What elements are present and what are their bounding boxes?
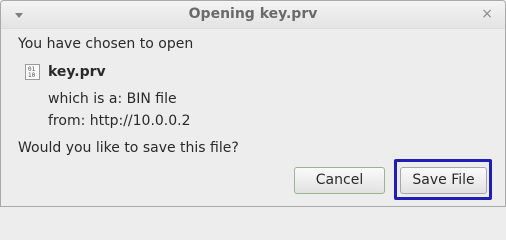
save-file-dialog: Opening key.prv × You have chosen to ope… [0,0,506,207]
window-title: Opening key.prv [188,6,318,22]
save-file-button[interactable]: Save File [400,167,487,194]
file-name: key.prv [48,64,106,80]
file-source: from: http://10.0.0.2 [48,113,191,129]
intro-text: You have chosen to open [18,36,194,52]
binary-file-icon: 01 10 [25,64,40,80]
file-icon-line-2: 10 [28,72,36,79]
cancel-button[interactable]: Cancel [294,167,385,194]
file-type: which is a: BIN file [48,91,177,107]
close-icon[interactable]: × [481,6,493,22]
save-question: Would you like to save this file? [18,140,239,156]
title-bar: Opening key.prv × [1,1,505,29]
